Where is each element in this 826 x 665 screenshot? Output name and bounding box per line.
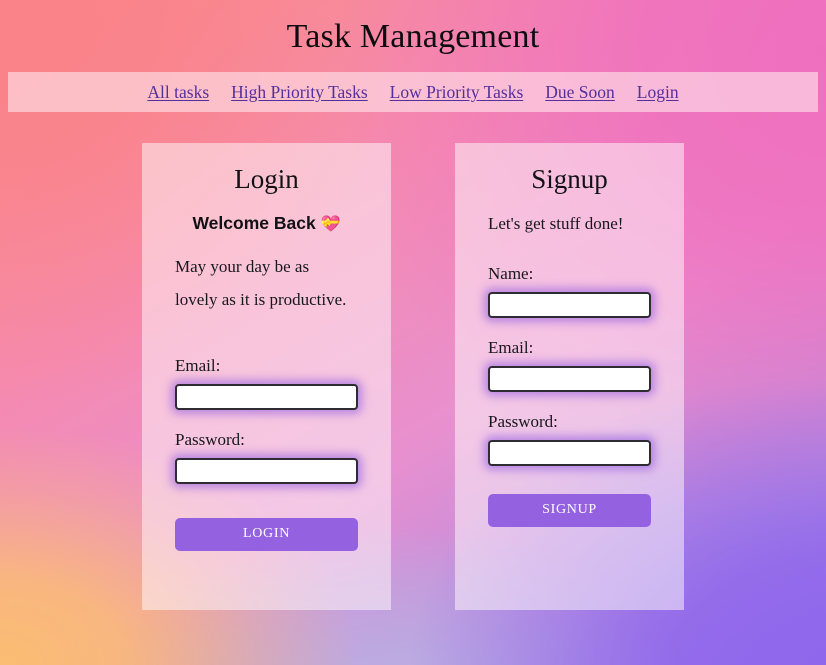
login-submit-button[interactable]: LOGIN <box>175 517 358 551</box>
login-email-label: Email: <box>175 355 221 375</box>
login-card-title: Login <box>234 164 299 195</box>
login-card: Login Welcome Back 💝 May your day be as … <box>142 143 391 611</box>
signup-email-field-group: Email: <box>488 338 651 392</box>
nav-link-due-soon[interactable]: Due Soon <box>545 82 615 103</box>
auth-cards-row: Login Welcome Back 💝 May your day be as … <box>0 143 826 611</box>
login-welcome-text: Welcome Back <box>192 212 316 233</box>
login-password-label: Password: <box>175 429 245 449</box>
signup-card: Signup Let's get stuff done! Name: Email… <box>455 143 684 611</box>
heart-with-ribbon-icon: 💝 <box>320 215 341 233</box>
signup-card-title: Signup <box>531 164 608 195</box>
page-title: Task Management <box>286 18 540 55</box>
signup-name-label: Name: <box>488 263 534 283</box>
login-tagline-line-2: lovely as it is productive. <box>175 289 347 309</box>
login-welcome-message: Welcome Back 💝 <box>175 212 358 236</box>
signup-name-field-group: Name: <box>488 264 651 318</box>
nav-link-high-priority-tasks[interactable]: High Priority Tasks <box>231 82 368 103</box>
login-password-input[interactable] <box>175 457 358 484</box>
signup-password-input[interactable] <box>488 439 651 466</box>
login-tagline-line-1: May your day be as <box>175 256 310 276</box>
login-tagline: May your day be as lovely as it is produ… <box>175 250 358 316</box>
signup-submit-button[interactable]: SIGNUP <box>488 493 651 527</box>
page-root: Task Management All tasks High Priority … <box>0 0 826 665</box>
nav-link-login[interactable]: Login <box>637 82 679 103</box>
nav-link-all-tasks[interactable]: All tasks <box>147 82 209 103</box>
signup-tagline: Let's get stuff done! <box>488 213 624 233</box>
signup-email-label: Email: <box>488 337 534 357</box>
signup-password-label: Password: <box>488 411 558 431</box>
login-email-field-group: Email: <box>175 356 358 410</box>
main-navigation: All tasks High Priority Tasks Low Priori… <box>8 72 818 113</box>
signup-password-field-group: Password: <box>488 412 651 466</box>
signup-name-input[interactable] <box>488 291 651 318</box>
signup-email-input[interactable] <box>488 365 651 392</box>
login-email-input[interactable] <box>175 383 358 410</box>
nav-link-low-priority-tasks[interactable]: Low Priority Tasks <box>390 82 524 103</box>
login-password-field-group: Password: <box>175 430 358 484</box>
